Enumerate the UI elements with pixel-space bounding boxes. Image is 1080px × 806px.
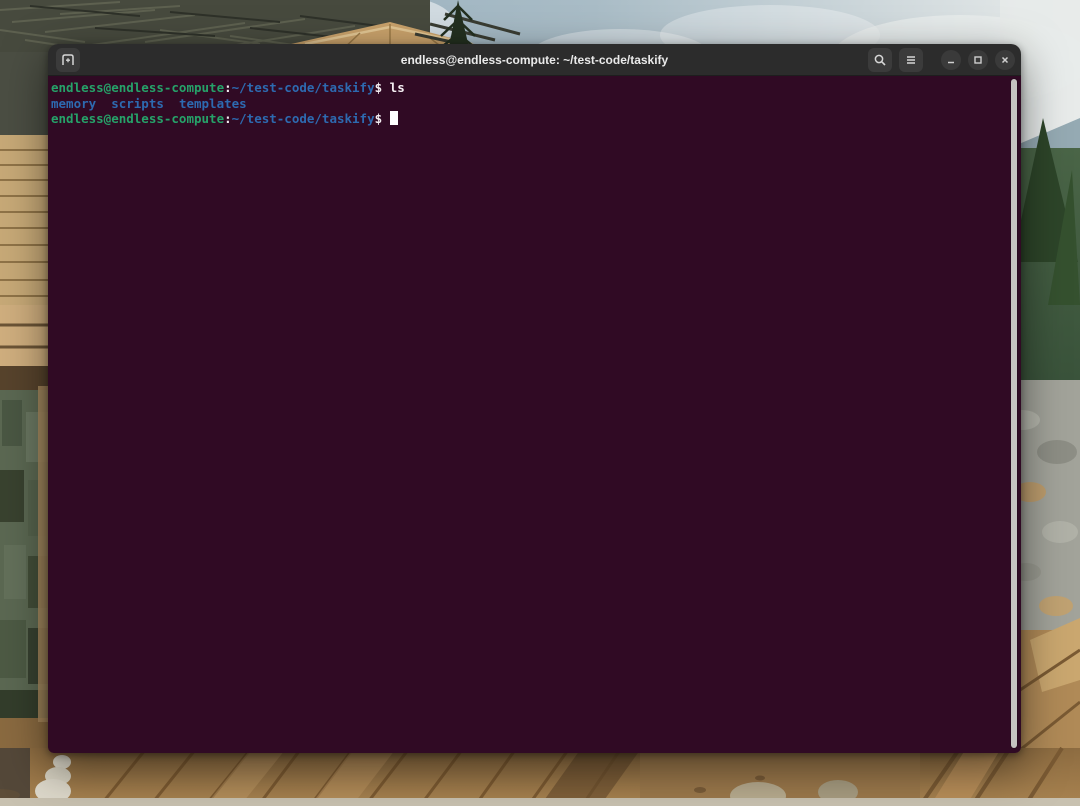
prompt-user: endless@endless-compute [51,80,224,95]
search-icon [873,53,887,67]
terminal-window: endless@endless-compute: ~/test-code/tas… [48,44,1021,753]
menu-button[interactable] [899,48,923,72]
prompt-path: ~/test-code/taskify [232,111,375,126]
minimize-button[interactable] [941,50,961,70]
maximize-button[interactable] [968,50,988,70]
terminal-cursor [390,111,398,125]
prompt-symbol: $ [375,111,383,126]
terminal-screen[interactable]: endless@endless-compute:~/test-code/task… [48,76,1021,753]
prompt-symbol: $ [375,80,383,95]
prompt-separator: : [224,111,232,126]
titlebar[interactable]: endless@endless-compute: ~/test-code/tas… [48,44,1021,76]
terminal-line-prompt-1: endless@endless-compute:~/test-code/task… [51,80,1007,96]
terminal-line-prompt-2: endless@endless-compute:~/test-code/task… [51,111,1007,127]
prompt-user: endless@endless-compute [51,111,224,126]
dir-entry: scripts [111,96,164,111]
dir-entry: templates [179,96,247,111]
wallpaper-bottom-planks [0,748,1080,806]
minimize-icon [945,54,957,66]
maximize-icon [972,54,984,66]
prompt-path: ~/test-code/taskify [232,80,375,95]
prompt-separator: : [224,80,232,95]
new-tab-button[interactable] [56,48,80,72]
desktop: endless@endless-compute: ~/test-code/tas… [0,0,1080,806]
terminal-line-output: memory scripts templates [51,96,1007,112]
close-icon [999,54,1011,66]
dir-entry: memory [51,96,96,111]
search-button[interactable] [868,48,892,72]
menu-icon [904,53,918,67]
close-button[interactable] [995,50,1015,70]
new-tab-icon [61,53,75,67]
typed-command: ls [390,80,405,95]
wallpaper-left-structure [0,0,52,806]
titlebar-controls [868,48,1015,72]
terminal-scrollbar[interactable] [1011,79,1017,748]
